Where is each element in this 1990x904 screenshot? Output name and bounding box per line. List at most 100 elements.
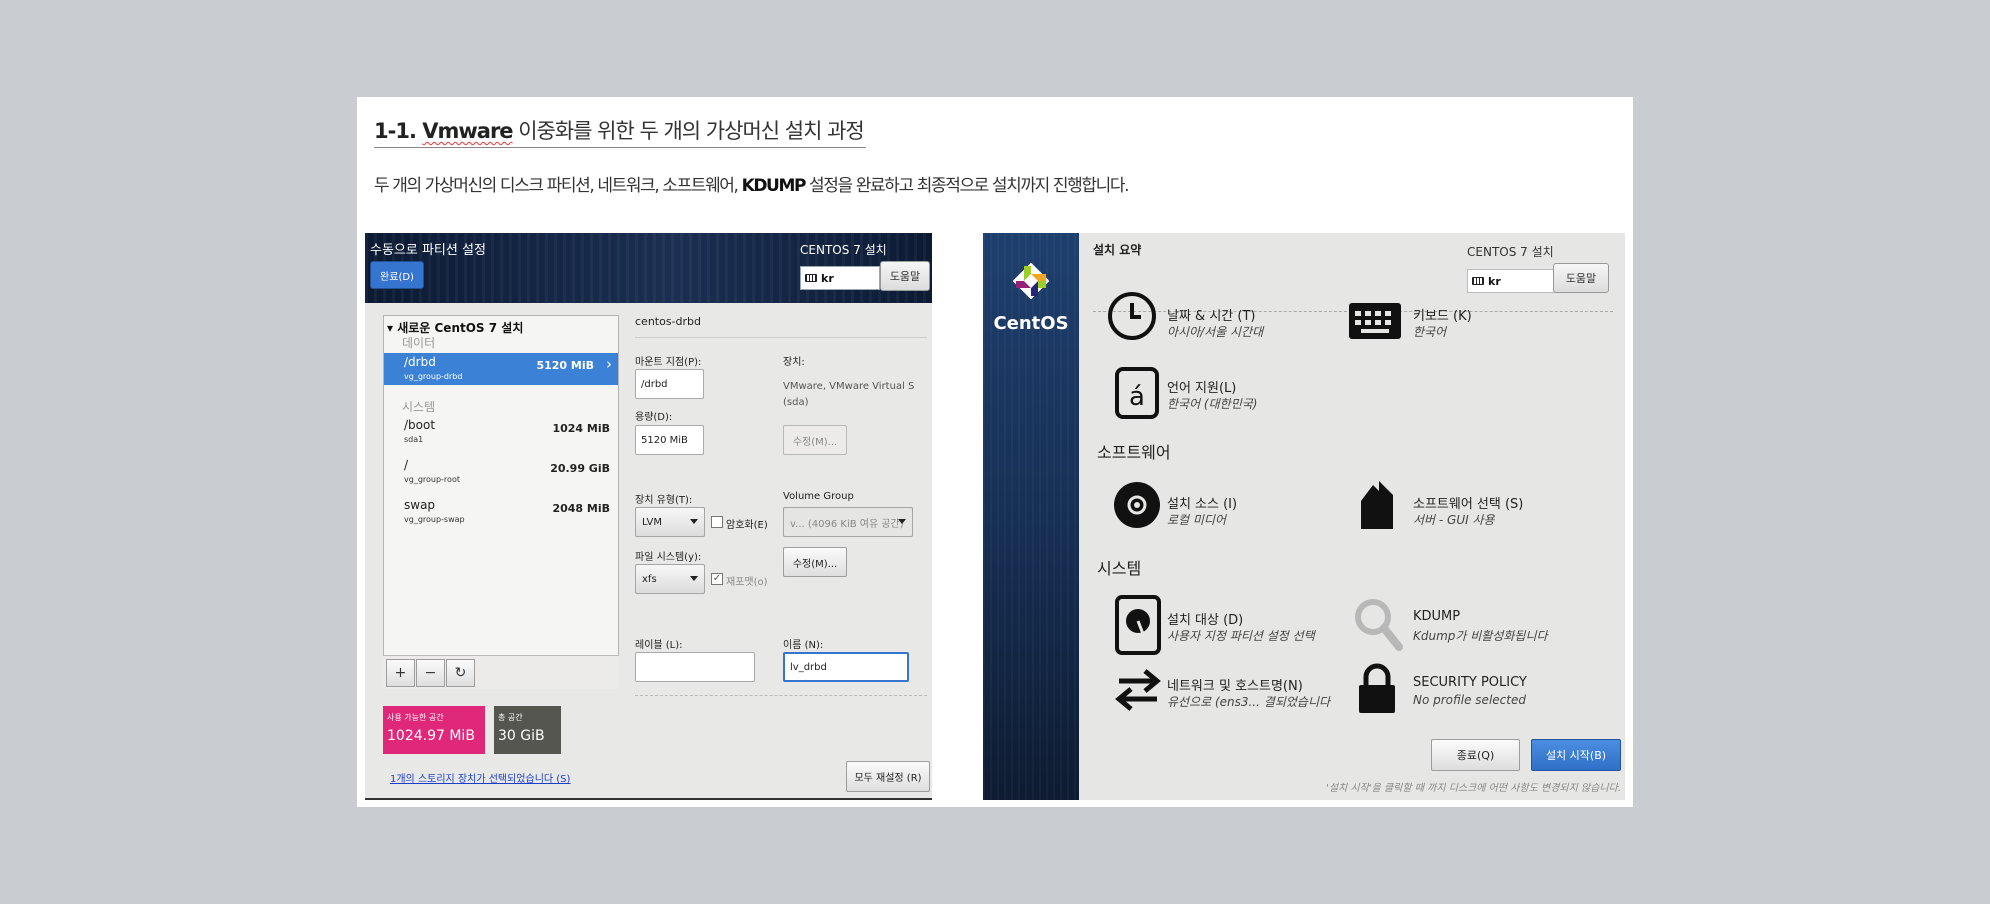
device-type-value: LVM — [642, 516, 662, 528]
language-icon: á — [1115, 367, 1159, 419]
modify-volume-group-button[interactable]: 수정(M)... — [783, 547, 847, 577]
keyboard-layout-indicator[interactable]: kr — [800, 266, 880, 290]
language-spoke-status: 한국어 (대한민국) — [1167, 397, 1258, 411]
keyboard-spoke-status: 한국어 — [1413, 325, 1447, 339]
install-destination-spoke-status: 사용자 지정 파티션 설정 선택 — [1167, 629, 1315, 643]
keyboard-spoke-title[interactable]: 키보드 (K) — [1413, 305, 1472, 324]
available-space-badge: 사용 가능한 공간 1024.97 MiB — [383, 706, 485, 754]
mount-item-swap[interactable]: swap vg_group-swap 2048 MiB — [384, 496, 618, 528]
done-button[interactable]: 완료(D) — [370, 261, 424, 289]
add-partition-button[interactable]: + — [386, 659, 415, 687]
datetime-spoke-status: 아시아/서울 시간대 — [1167, 325, 1264, 339]
mount-name: / — [404, 458, 409, 472]
help-button[interactable]: 도움말 — [1553, 263, 1609, 293]
reset-all-button[interactable]: 모두 재설정 (R) — [846, 761, 930, 792]
clock-icon — [1108, 292, 1156, 340]
network-spoke-title[interactable]: 네트워크 및 호스트명(N) — [1167, 675, 1303, 694]
summary-title: 설치 요약 — [1093, 243, 1142, 257]
chevron-right-icon: › — [606, 355, 612, 373]
total-space-label: 총 공간 — [498, 713, 523, 722]
datetime-spoke-title[interactable]: 날짜 & 시간 (T) — [1167, 305, 1255, 324]
quit-button[interactable]: 종료(Q) — [1431, 739, 1520, 771]
keyboard-layout-value: kr — [821, 271, 834, 285]
install-title: CENTOS 7 설치 — [800, 243, 887, 257]
encrypt-checkbox[interactable] — [711, 516, 723, 528]
device-label: 장치: — [783, 357, 805, 368]
language-spoke-title[interactable]: 언어 지원(L) — [1167, 377, 1236, 396]
reformat-checkbox[interactable]: ✓ — [711, 573, 723, 585]
label-input[interactable] — [635, 652, 755, 682]
mount-item-drbd[interactable]: /drbd vg_group-drbd 5120 MiB › — [384, 353, 618, 385]
remove-partition-button[interactable]: − — [416, 659, 445, 687]
available-space-label: 사용 가능한 공간 — [387, 713, 444, 722]
slide: 1-1. Vmware 이중화를 위한 두 개의 가상머신 설치 과정 두 개의… — [357, 97, 1633, 807]
total-space-badge: 총 공간 30 GiB — [494, 706, 561, 754]
install-source-spoke-title[interactable]: 설치 소스 (I) — [1167, 493, 1237, 512]
capacity-input[interactable]: 5120 MiB — [635, 425, 704, 455]
title-suffix: 이중화를 위한 두 개의 가상머신 설치 과정 — [512, 119, 865, 143]
centos-brand: CentOS — [993, 313, 1069, 334]
lock-icon — [1359, 663, 1395, 713]
svg-text:á: á — [1129, 382, 1145, 412]
disc-icon — [1114, 482, 1160, 528]
help-button[interactable]: 도움말 — [880, 261, 930, 291]
filesystem-select[interactable]: xfs — [635, 564, 705, 594]
category-data: 데이터 — [402, 336, 436, 350]
security-policy-spoke-title[interactable]: SECURITY POLICY — [1413, 675, 1527, 690]
label-field-label: 레이블 (L): — [635, 640, 683, 651]
mount-name: /boot — [404, 418, 436, 432]
mount-device: vg_group-drbd — [404, 372, 463, 381]
install-title: CENTOS 7 설치 — [1467, 245, 1554, 259]
category-system: 시스템 — [402, 400, 436, 414]
volume-group-select[interactable]: v... (4096 KiB 여유 공간) — [783, 507, 913, 537]
network-arrows-icon — [1115, 669, 1161, 711]
keyboard-icon — [1472, 277, 1484, 285]
device-value-sda: (sda) — [783, 397, 809, 408]
mount-name: swap — [404, 498, 436, 512]
centos-logo-icon — [1013, 263, 1049, 299]
filesystem-label: 파일 시스템(y): — [635, 552, 702, 563]
software-selection-spoke-status: 서버 - GUI 사용 — [1413, 513, 1495, 527]
keyboard-icon — [1349, 303, 1401, 339]
begin-installation-button[interactable]: 설치 시작(B) — [1531, 739, 1621, 771]
title-prefix: 1-1. — [374, 119, 423, 143]
network-spoke-status: 유선으로 (ens3... 결되었습니다 — [1167, 695, 1331, 709]
mount-device: vg_group-root — [404, 475, 460, 484]
section-software: 소프트웨어 — [1097, 443, 1171, 462]
mount-size: 1024 MiB — [552, 422, 610, 435]
hard-drive-icon — [1115, 595, 1161, 655]
mount-size: 2048 MiB — [552, 502, 610, 515]
keyboard-layout-indicator[interactable]: kr — [1467, 269, 1557, 293]
sidebar: CentOS — [983, 233, 1079, 800]
software-selection-spoke-title[interactable]: 소프트웨어 선택 (S) — [1413, 493, 1523, 512]
kdump-search-icon — [1355, 599, 1403, 651]
device-value: VMware, VMware Virtual S — [783, 381, 915, 392]
subtitle-part1: 두 개의 가상머신의 디스크 파티션, 네트워크, 소프트웨어, — [374, 176, 742, 196]
volume-group-value: v... (4096 KiB 여유 공간) — [790, 518, 904, 530]
subtitle-part2: 설정을 완료하고 최종적으로 설치까지 진행합니다. — [805, 176, 1129, 196]
kdump-spoke-status: Kdump가 비활성화됩니다 — [1413, 629, 1548, 643]
mount-item-root[interactable]: / vg_group-root 20.99 GiB — [384, 456, 618, 488]
chevron-down-icon — [690, 519, 698, 524]
mount-item-boot[interactable]: /boot sda1 1024 MiB — [384, 416, 618, 448]
encrypt-label: 암호화(E) — [726, 520, 768, 531]
mount-name: /drbd — [404, 355, 436, 369]
mount-point-label: 마운트 지점(P): — [635, 357, 702, 368]
partition-tree: ▾ 새로운 CentOS 7 설치 데이터 /drbd vg_group-drb… — [383, 315, 619, 677]
partition-toolbar: + − ↻ — [383, 655, 619, 689]
installation-summary-screen: CentOS 설치 요약 CENTOS 7 설치 kr 도움말 날짜 & 시간 … — [983, 233, 1625, 800]
kdump-spoke-title[interactable]: KDUMP — [1413, 609, 1460, 624]
install-source-spoke-status: 로컬 미디어 — [1167, 513, 1227, 527]
mount-point-input[interactable]: /drbd — [635, 369, 704, 399]
storage-devices-link[interactable]: 1개의 스토리지 장치가 선택되었습니다 (S) — [390, 770, 570, 785]
refresh-button[interactable]: ↻ — [446, 659, 475, 687]
capacity-label: 용량(D): — [635, 412, 673, 423]
device-type-select[interactable]: LVM — [635, 507, 705, 537]
filesystem-value: xfs — [642, 573, 657, 585]
modify-device-button[interactable]: 수정(M)... — [783, 425, 847, 455]
install-destination-spoke-title[interactable]: 설치 대상 (D) — [1167, 609, 1243, 628]
name-input[interactable]: lv_drbd — [783, 652, 909, 682]
mount-size: 20.99 GiB — [550, 462, 610, 475]
subtitle-kdump: KDUMP — [741, 176, 807, 196]
mount-device: vg_group-swap — [404, 515, 465, 524]
